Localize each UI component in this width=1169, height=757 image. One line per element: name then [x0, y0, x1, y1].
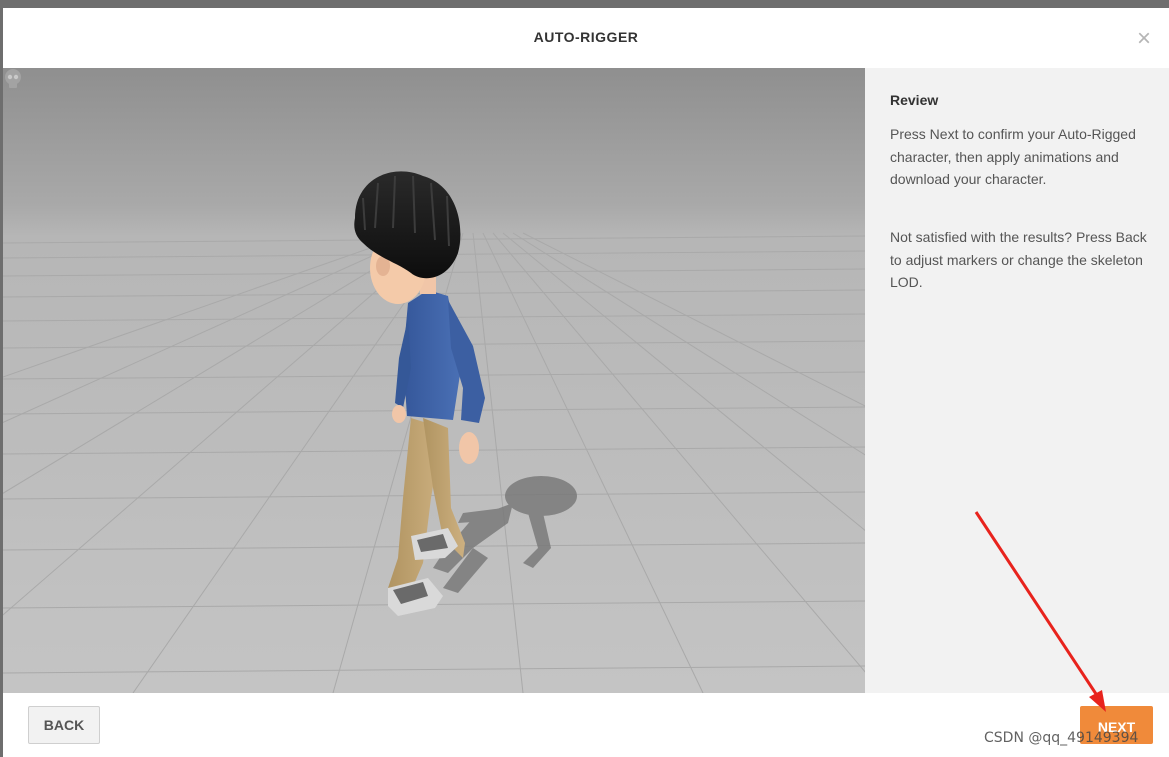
skull-icon[interactable]	[3, 68, 23, 90]
review-instructions: Press Next to confirm your Auto-Rigged c…	[890, 126, 1136, 187]
auto-rigger-dialog: AUTO-RIGGER × Review Press Next to confi…	[3, 8, 1169, 757]
review-side-panel: Review Press Next to confirm your Auto-R…	[865, 68, 1169, 693]
review-back-hint: Not satisfied with the results? Press Ba…	[890, 229, 1147, 290]
back-button[interactable]: BACK	[28, 706, 100, 744]
csdn-watermark: CSDN @qq_49149394	[984, 730, 1139, 746]
dialog-footer: BACK NEXT	[3, 693, 1169, 757]
scene-svg	[3, 171, 865, 693]
close-icon[interactable]: ×	[1133, 27, 1155, 51]
character-3d-viewport[interactable]	[3, 68, 865, 693]
dialog-header: AUTO-RIGGER ×	[3, 8, 1169, 69]
review-heading: Review	[890, 92, 939, 108]
dialog-title: AUTO-RIGGER	[533, 29, 639, 45]
